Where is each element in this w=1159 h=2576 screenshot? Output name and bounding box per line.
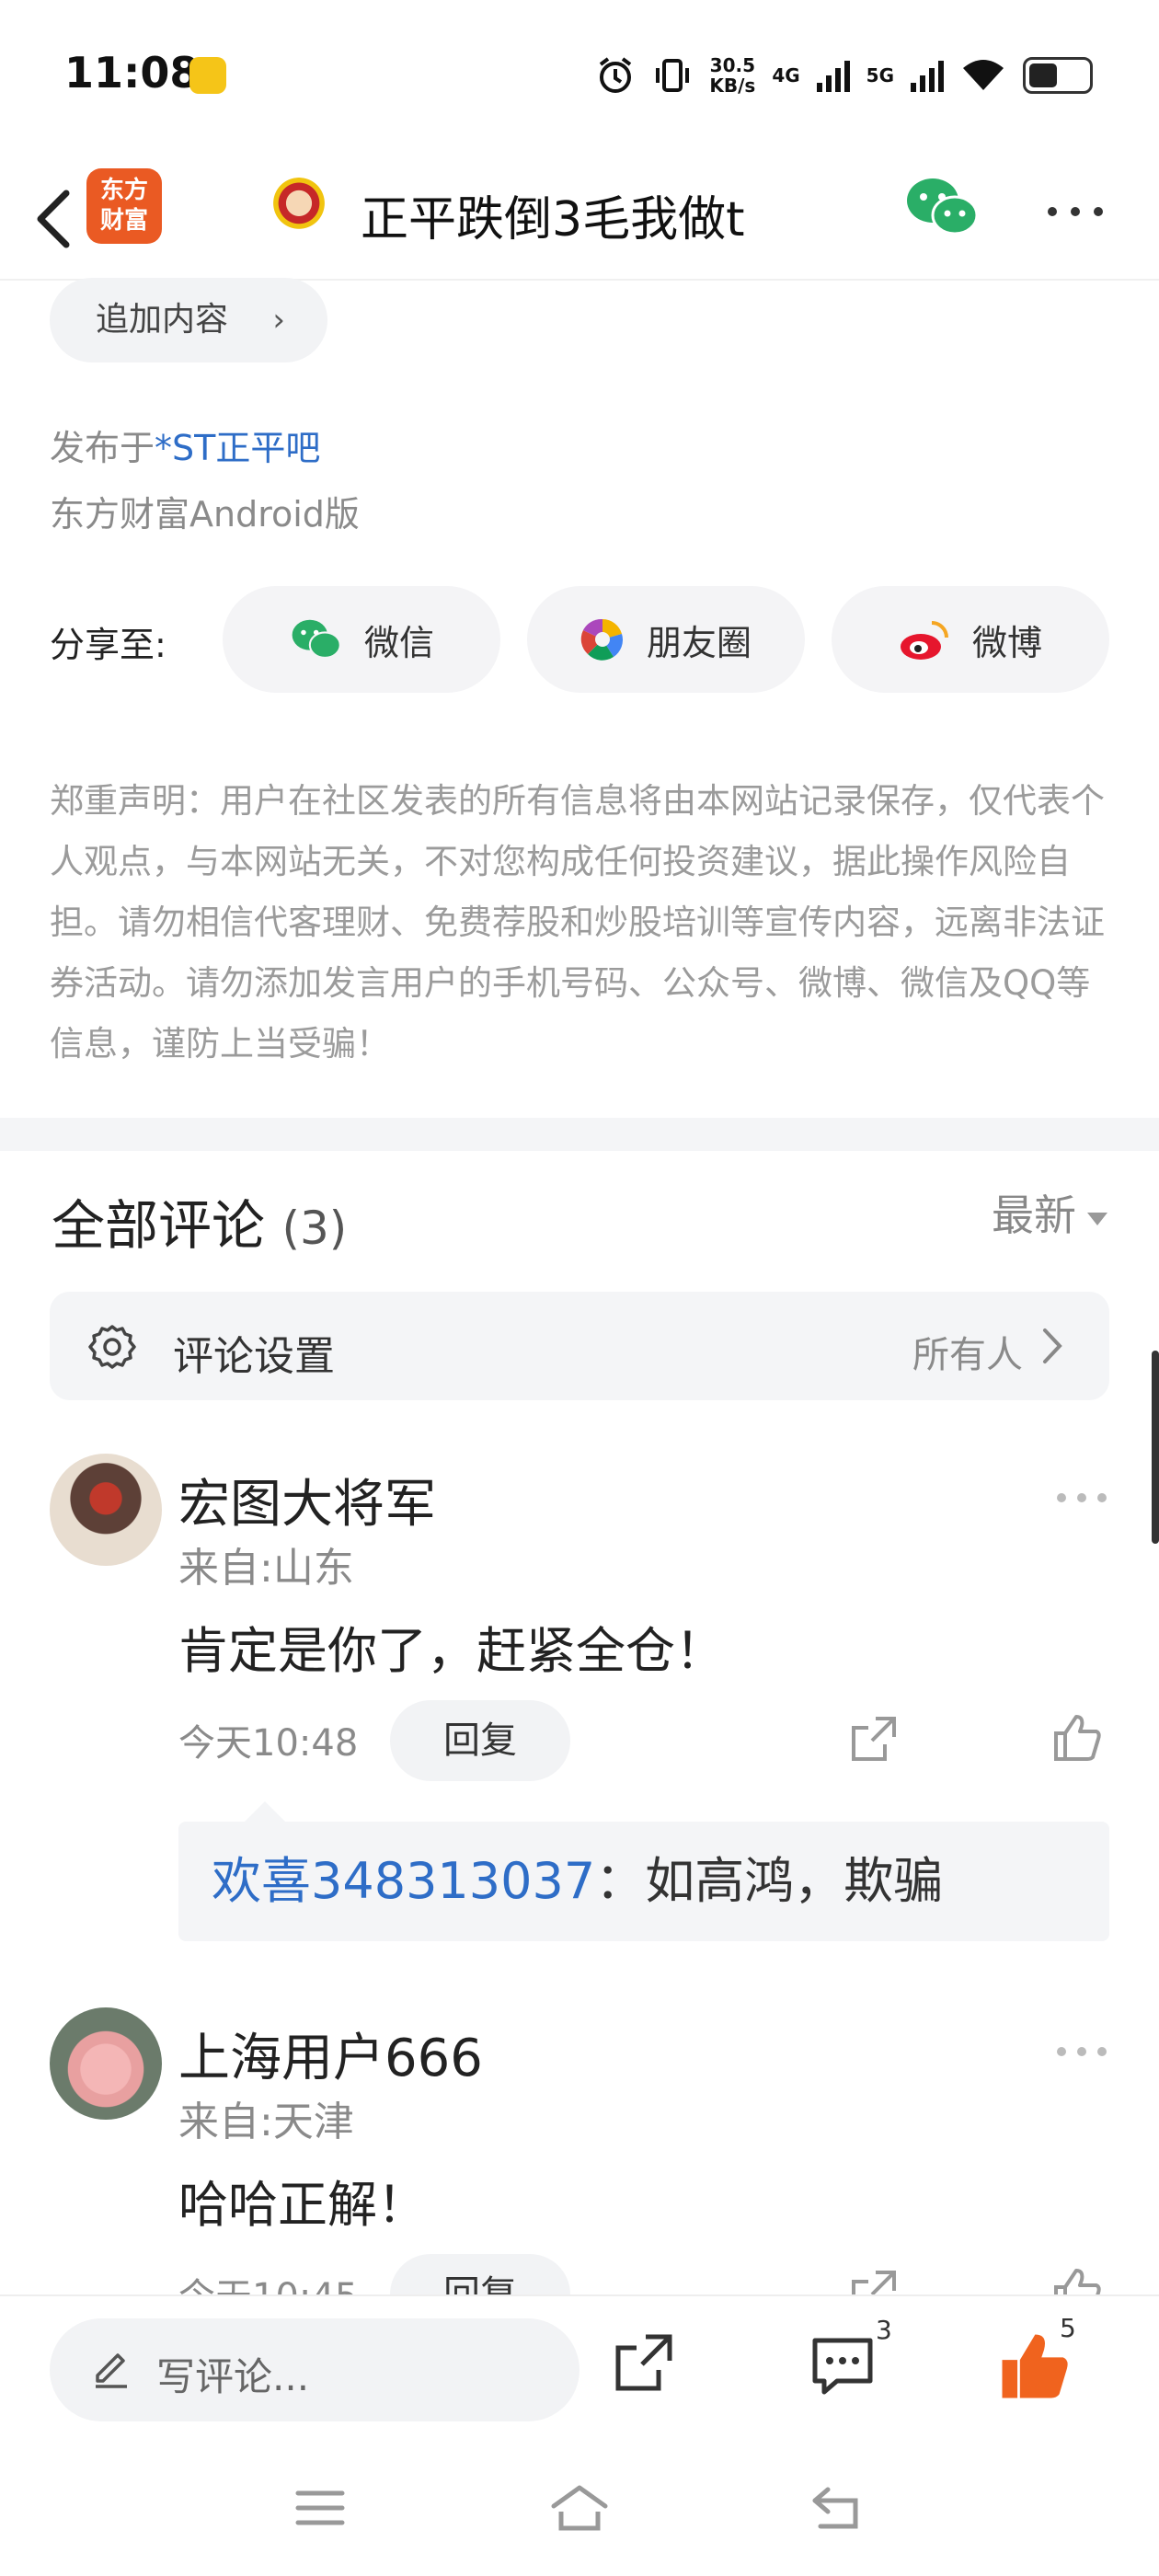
share-weibo-button[interactable]: 微博: [832, 586, 1109, 693]
comments-title: 全部评论 (3): [52, 1194, 348, 1257]
gear-icon: [88, 1325, 136, 1369]
comment-location: 来自:天津: [178, 2099, 354, 2145]
comment-item: 宏图大将军 来自:山东 肯定是你了，赶紧全仓！ 今天10:48 回复 欢喜348…: [0, 1454, 1159, 1950]
alarm-icon: [600, 57, 632, 93]
write-comment-placeholder: 写评论...: [156, 2354, 310, 2399]
notification-icon: [189, 57, 226, 94]
like-icon[interactable]: [1050, 1711, 1104, 1765]
top-nav: 东方 财富 正平跌倒3毛我做t: [0, 156, 1159, 281]
comment-icon[interactable]: [809, 2333, 876, 2399]
reply-button[interactable]: 回复: [390, 2254, 570, 2294]
comments-count: (3): [281, 1202, 348, 1255]
menu-icon[interactable]: [293, 2486, 348, 2530]
comment-more-icon[interactable]: [1056, 1490, 1107, 1505]
avatar[interactable]: [50, 1454, 162, 1566]
page-title: 正平跌倒3毛我做t: [361, 192, 745, 247]
status-icons: 30.5 KB/s 4G 5G: [595, 50, 1093, 101]
like-count-badge: 5: [1060, 2313, 1076, 2343]
section-divider: [0, 1118, 1159, 1151]
published-in: 发布于*ST正平吧: [50, 428, 321, 468]
wifi-icon: [963, 60, 1004, 90]
signal-4g-icon: [816, 59, 850, 92]
share-icon[interactable]: [848, 1713, 900, 1765]
bottom-action-bar: 写评论... 3 5: [0, 2294, 1159, 2445]
comment-text: 肯定是你了，赶紧全仓！: [178, 1622, 725, 1680]
comment-count-badge: 3: [876, 2315, 892, 2345]
share-moments-button[interactable]: 朋友圈: [527, 586, 805, 693]
comment-settings-value: 所有人: [912, 1334, 1023, 1376]
share-icon[interactable]: [848, 2267, 900, 2294]
vibrate-icon: [656, 59, 690, 92]
home-icon[interactable]: [548, 2482, 611, 2534]
chevron-right-icon: [1043, 1328, 1062, 1363]
like-icon[interactable]: [1050, 2265, 1104, 2294]
network-5g-label: 5G: [866, 64, 894, 86]
network-speed: 30.5 KB/s: [709, 54, 756, 97]
comment-more-icon[interactable]: [1056, 2044, 1107, 2059]
forum-link[interactable]: *ST正平吧: [155, 428, 320, 468]
sub-reply-user[interactable]: 欢喜348313037: [212, 1852, 595, 1910]
comment-item: 上海用户666 来自:天津 哈哈正解！ 今天10:45 回复: [0, 2007, 1159, 2294]
add-content-button[interactable]: 追加内容 ›: [50, 278, 327, 362]
sub-reply[interactable]: 欢喜348313037：如高鸿，欺骗: [178, 1801, 1109, 1941]
share-icon[interactable]: [611, 2329, 677, 2396]
comment-settings-label: 评论设置: [173, 1333, 335, 1380]
battery-icon: [1023, 57, 1093, 94]
comment-time: 今天10:48: [178, 1722, 359, 1765]
wechat-icon[interactable]: [903, 175, 979, 239]
chevron-right-icon: ›: [272, 302, 285, 339]
avatar[interactable]: [50, 2007, 162, 2120]
comment-text: 哈哈正解！: [178, 2176, 427, 2234]
share-wechat-button[interactable]: 微信: [223, 586, 500, 693]
moments-icon: [580, 618, 623, 661]
comment-location: 来自:山东: [178, 1545, 354, 1592]
sort-dropdown[interactable]: 最新: [992, 1182, 1107, 1243]
back-icon[interactable]: [808, 2482, 866, 2534]
comment-settings-row[interactable]: 评论设置 所有人: [50, 1292, 1109, 1400]
system-nav-bar: [0, 2445, 1159, 2576]
pencil-icon: [96, 2353, 127, 2388]
sub-reply-text: ：如高鸿，欺骗: [595, 1852, 944, 1910]
author-avatar[interactable]: [270, 178, 327, 235]
post-source: 东方财富Android版: [50, 494, 360, 535]
back-arrow-icon[interactable]: [26, 184, 85, 254]
caret-down-icon: [1087, 1212, 1107, 1225]
comment-author[interactable]: 宏图大将军: [178, 1463, 436, 1537]
signal-5g-icon: [911, 59, 944, 92]
wechat-icon: [292, 619, 341, 659]
more-icon[interactable]: [1045, 202, 1106, 221]
status-time: 11:08: [64, 48, 200, 98]
app-logo[interactable]: 东方 财富: [86, 168, 162, 244]
comment-time: 今天10:45: [178, 2267, 358, 2294]
status-bar: 11:08 30.5 KB/s 4G 5G: [0, 0, 1159, 156]
share-label: 分享至:: [50, 625, 166, 665]
network-4g-label: 4G: [772, 64, 800, 86]
reply-button[interactable]: 回复: [390, 1700, 570, 1781]
disclaimer-text: 郑重声明：用户在社区发表的所有信息将由本网站记录保存，仅代表个人观点，与本网站无…: [50, 781, 1105, 1064]
weibo-icon: [900, 621, 948, 660]
write-comment-input[interactable]: 写评论...: [50, 2318, 580, 2421]
comment-author[interactable]: 上海用户666: [178, 2017, 483, 2091]
